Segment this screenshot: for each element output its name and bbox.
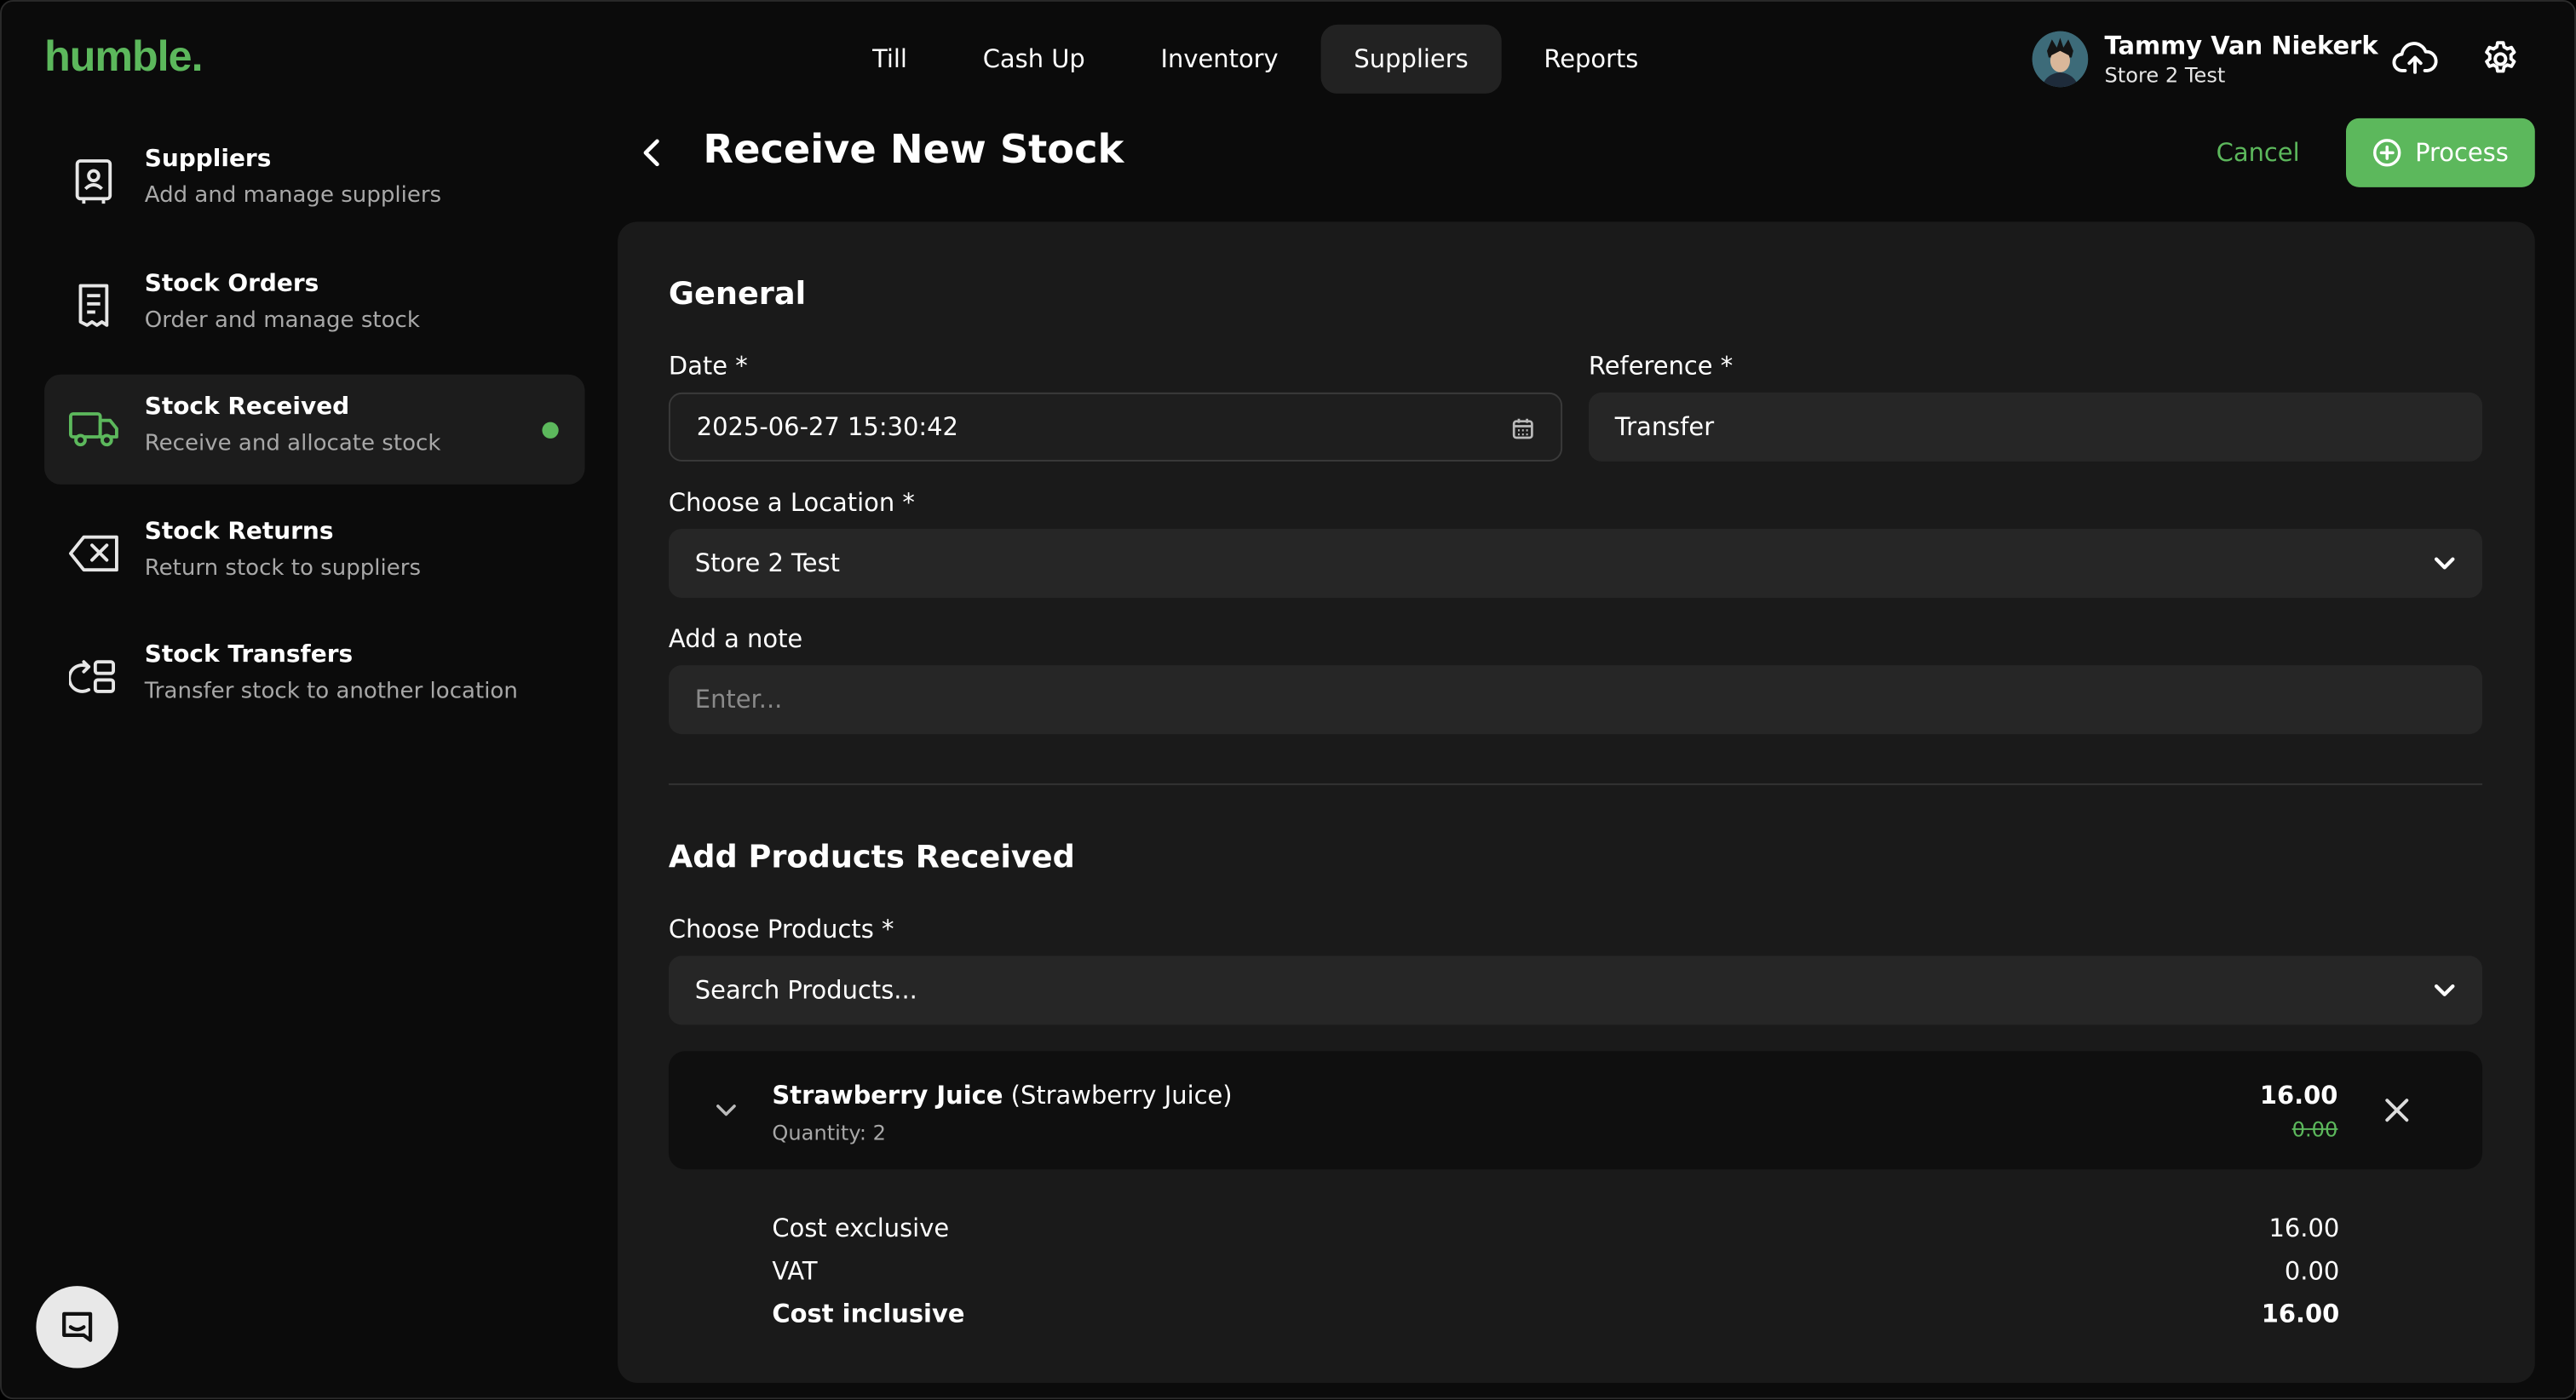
sidebar-item-title: Stock Returns <box>144 518 334 545</box>
collapse-chevron-icon[interactable] <box>711 1095 741 1125</box>
calendar-icon[interactable] <box>1508 414 1538 444</box>
product-quantity: Quantity: 2 <box>772 1120 886 1145</box>
cost-label: Cost inclusive <box>772 1299 965 1329</box>
note-input[interactable]: Enter... <box>668 665 2483 735</box>
section-divider <box>668 783 2483 785</box>
general-section-title: General <box>668 275 807 313</box>
product-name: Strawberry Juice (Strawberry Juice) <box>772 1081 1232 1110</box>
product-row: Strawberry Juice (Strawberry Juice) Quan… <box>668 1051 2483 1170</box>
sidebar: Suppliers Add and manage suppliers Stock… <box>44 126 585 746</box>
top-navigation: Till Cash Up Inventory Suppliers Reports <box>839 24 1671 94</box>
nav-suppliers[interactable]: Suppliers <box>1320 24 1502 94</box>
chat-icon[interactable] <box>36 1286 118 1368</box>
cloud-upload-icon[interactable] <box>2390 34 2440 83</box>
chevron-down-icon <box>2429 548 2459 578</box>
nav-cash-up[interactable]: Cash Up <box>950 25 1118 94</box>
plus-circle-icon <box>2373 139 2401 167</box>
user-name: Tammy Van Niekerk <box>2104 31 2378 61</box>
chevron-down-icon <box>2429 976 2459 1006</box>
avatar <box>2032 31 2089 88</box>
sidebar-item-stock-transfers[interactable]: Stock Transfers Transfer stock to anothe… <box>44 623 584 732</box>
sidebar-item-stock-received[interactable]: Stock Received Receive and allocate stoc… <box>44 374 585 485</box>
sidebar-item-subtitle: Receive and allocate stock <box>144 430 441 457</box>
product-title: Strawberry Juice <box>772 1080 1003 1110</box>
product-total: 16.00 <box>2259 1080 2338 1110</box>
date-input[interactable]: 2025-06-27 15:30:42 <box>668 392 1563 462</box>
date-value: 2025-06-27 15:30:42 <box>696 412 958 442</box>
location-value: Store 2 Test <box>694 548 841 578</box>
sidebar-item-subtitle: Transfer stock to another location <box>144 678 518 705</box>
humble-logo[interactable]: humble. <box>44 32 203 83</box>
receipt-icon <box>67 278 120 331</box>
note-placeholder: Enter... <box>694 685 783 714</box>
supplier-contact-icon <box>67 154 120 207</box>
sidebar-item-stock-orders[interactable]: Stock Orders Order and manage stock <box>44 250 584 360</box>
choose-products-label: Choose Products * <box>668 915 894 944</box>
sidebar-item-title: Stock Transfers <box>144 642 354 668</box>
user-text: Tammy Van Niekerk Store 2 Test <box>2104 32 2378 88</box>
cost-label: Cost exclusive <box>772 1214 950 1243</box>
process-button[interactable]: Process <box>2345 118 2535 187</box>
page-title: Receive New Stock <box>703 126 1124 173</box>
sidebar-item-subtitle: Add and manage suppliers <box>144 182 442 209</box>
sidebar-item-subtitle: Order and manage stock <box>144 306 420 333</box>
cost-inclusive-row: Cost inclusive 16.00 <box>772 1299 2339 1328</box>
reference-input[interactable]: Transfer <box>1588 392 2483 462</box>
sidebar-item-suppliers[interactable]: Suppliers Add and manage suppliers <box>44 126 584 236</box>
date-label: Date * <box>668 351 748 382</box>
location-label: Choose a Location * <box>668 487 915 518</box>
cost-exclusive-row: Cost exclusive 16.00 <box>772 1214 2339 1243</box>
gear-icon[interactable] <box>2475 34 2525 83</box>
sidebar-item-subtitle: Return stock to suppliers <box>144 554 422 581</box>
product-previous-total: 0.00 <box>2291 1116 2338 1142</box>
active-indicator <box>542 422 559 439</box>
nav-reports[interactable]: Reports <box>1511 25 1671 94</box>
products-section-title: Add Products Received <box>668 839 1075 875</box>
cost-value: 16.00 <box>2268 1214 2340 1243</box>
product-variant: (Strawberry Juice) <box>1010 1080 1233 1110</box>
receive-stock-form: General Date * 2025-06-27 15:30:42 Refer… <box>618 221 2535 1383</box>
transfer-icon <box>67 651 120 703</box>
user-store: Store 2 Test <box>2104 62 2226 88</box>
backspace-icon <box>67 526 120 579</box>
sidebar-item-title: Suppliers <box>144 146 272 173</box>
truck-icon <box>67 402 120 455</box>
cancel-button[interactable]: Cancel <box>2190 126 2326 179</box>
product-search-placeholder: Search Products... <box>694 975 917 1006</box>
sidebar-item-title: Stock Orders <box>144 270 319 297</box>
cost-label: VAT <box>772 1256 818 1287</box>
reference-value: Transfer <box>1614 412 1715 442</box>
reference-label: Reference * <box>1588 351 1734 382</box>
nav-inventory[interactable]: Inventory <box>1128 25 1311 94</box>
sidebar-item-stock-returns[interactable]: Stock Returns Return stock to suppliers <box>44 498 584 608</box>
vat-row: VAT 0.00 <box>772 1256 2339 1286</box>
user-profile[interactable]: Tammy Van Niekerk Store 2 Test <box>2032 31 2378 88</box>
back-button[interactable] <box>630 129 676 175</box>
cost-value: 16.00 <box>2261 1299 2340 1329</box>
cost-value: 0.00 <box>2284 1256 2340 1287</box>
note-label: Add a note <box>668 623 803 654</box>
location-select[interactable]: Store 2 Test <box>668 528 2483 598</box>
product-search-select[interactable]: Search Products... <box>668 955 2483 1025</box>
app-window: humble. Till Cash Up Inventory Suppliers… <box>0 0 2576 1400</box>
sidebar-item-title: Stock Received <box>144 393 350 421</box>
close-icon[interactable] <box>2380 1093 2413 1127</box>
process-label: Process <box>2415 137 2509 168</box>
nav-till[interactable]: Till <box>839 25 940 94</box>
